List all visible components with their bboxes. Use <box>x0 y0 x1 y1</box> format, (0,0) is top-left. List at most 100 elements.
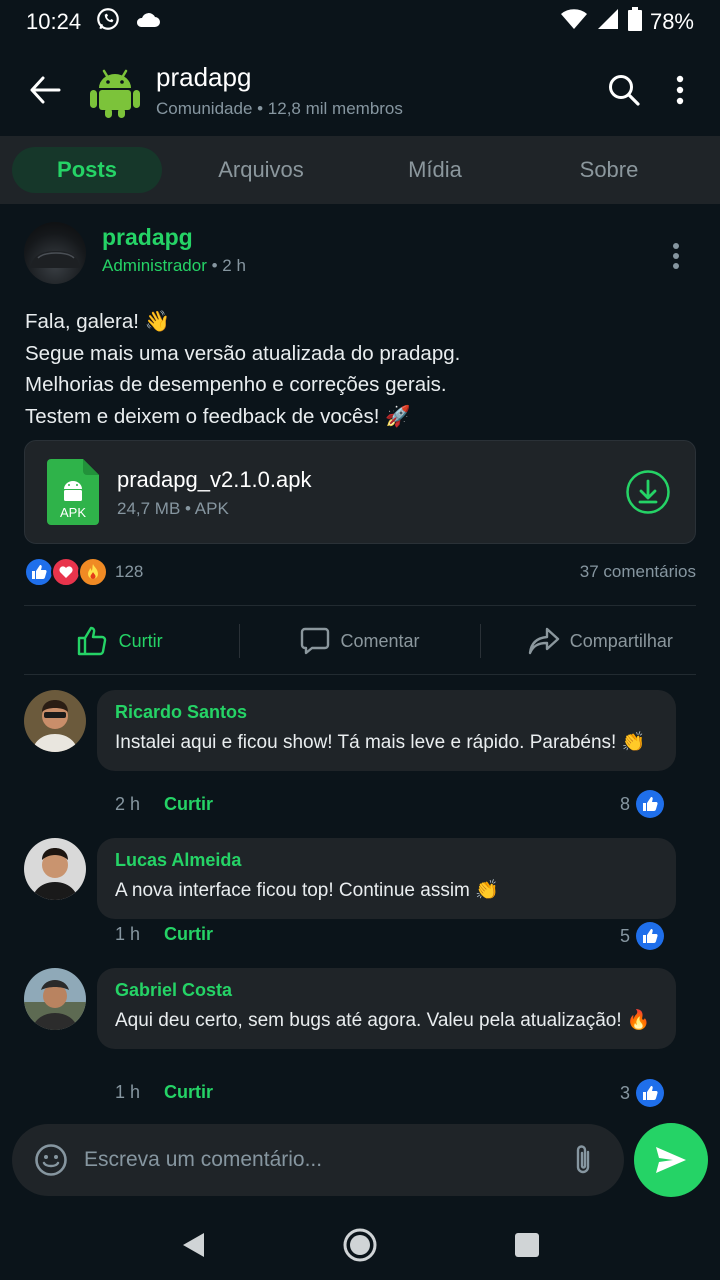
comment-text: Instalei aqui e ficou show! Tá mais leve… <box>115 732 646 753</box>
tab-sobre[interactable]: Sobre <box>534 147 684 193</box>
thumbs-up-icon <box>636 922 664 950</box>
reaction-count: 128 <box>115 562 144 581</box>
comment-like-button[interactable]: Curtir <box>164 794 213 815</box>
comment-like-count: 8 <box>619 793 630 814</box>
android-logo-icon <box>86 61 144 119</box>
comment-text: A nova interface ficou top! Continue ass… <box>115 880 499 901</box>
comment-composer <box>12 1124 624 1196</box>
comment-time: 1 h <box>115 1082 141 1102</box>
comment-label: Comentar <box>340 630 420 651</box>
comment-bubble: Gabriel Costa Aqui deu certo, sem bugs a… <box>97 968 676 1049</box>
share-icon <box>528 627 559 655</box>
post-header: pradapg Administrador • 2 h <box>24 222 696 288</box>
tab-midia[interactable]: Mídia <box>360 147 510 193</box>
kebab-menu-icon <box>673 243 679 269</box>
system-navigation-bar <box>0 1210 720 1280</box>
status-bar: 10:24 78% <box>0 0 720 44</box>
send-button[interactable] <box>634 1123 708 1197</box>
apk-file-icon: APK <box>47 459 99 525</box>
commenter-avatar[interactable] <box>24 968 86 1030</box>
search-button[interactable] <box>596 62 652 118</box>
thumbs-up-icon <box>636 790 664 818</box>
nav-home-button[interactable] <box>330 1215 390 1275</box>
comment-like-count: 3 <box>619 1082 630 1103</box>
comment-like-count: 5 <box>619 925 630 946</box>
comment-time: 1 h <box>115 924 141 944</box>
triangle-back-icon <box>183 1233 205 1257</box>
comment-likes[interactable]: 5 <box>620 922 664 950</box>
commenter-name[interactable]: Gabriel Costa <box>115 980 658 1001</box>
battery-icon <box>627 7 642 37</box>
tab-arquivos[interactable]: Arquivos <box>186 147 336 193</box>
download-button[interactable] <box>625 469 671 515</box>
comment-like-button[interactable]: Curtir <box>164 1082 213 1103</box>
like-label: Curtir <box>118 630 163 651</box>
send-icon <box>656 1147 686 1173</box>
comment-text: Aqui deu certo, sem bugs até agora. Vale… <box>115 1010 651 1031</box>
circle-home-icon <box>343 1228 377 1262</box>
wifi-icon <box>560 8 588 36</box>
community-info[interactable]: pradapg Comunidade • 12,8 mil membros <box>156 62 596 119</box>
arrow-left-icon <box>30 76 61 104</box>
like-reaction-icon <box>24 557 54 587</box>
author-meta: Administrador • 2 h <box>102 256 246 276</box>
comment-bubble: Ricardo Santos Instalei aqui e ficou sho… <box>97 690 676 771</box>
comment-button[interactable]: Comentar <box>240 626 479 656</box>
comment-bubble: Lucas Almeida A nova interface ficou top… <box>97 838 676 919</box>
kebab-menu-icon <box>676 75 684 105</box>
community-title: pradapg <box>156 61 252 92</box>
comment-likes[interactable]: 8 <box>620 790 664 818</box>
comment-likes[interactable]: 3 <box>620 1079 664 1107</box>
author-avatar[interactable] <box>24 222 86 284</box>
comment-like-button[interactable]: Curtir <box>164 924 213 945</box>
comment-meta: 1 h Curtir <box>115 924 213 945</box>
share-button[interactable]: Compartilhar <box>481 627 720 655</box>
apk-badge-label: APK <box>60 505 86 520</box>
commenter-name[interactable]: Ricardo Santos <box>115 702 658 723</box>
battery-level: 78% <box>649 9 694 34</box>
commenter-avatar[interactable] <box>24 690 86 752</box>
tab-bar: Posts Arquivos Mídia Sobre <box>0 136 720 204</box>
whatsapp-icon <box>95 6 121 38</box>
attach-button[interactable] <box>558 1135 608 1185</box>
signal-icon <box>596 8 620 36</box>
file-name: pradapg_v2.1.0.apk <box>117 467 312 492</box>
apk-attachment[interactable]: APK pradapg_v2.1.0.apk 24,7 MB • APK <box>24 440 696 544</box>
nav-recents-button[interactable] <box>497 1215 557 1275</box>
post-line: Segue mais uma versão atualizada do prad… <box>25 341 461 365</box>
comment-time: 2 h <box>115 794 141 814</box>
post-actions: Curtir Comentar Compartilhar <box>0 608 720 674</box>
author-name[interactable]: pradapg <box>102 224 193 251</box>
post-time: • 2 h <box>211 256 246 275</box>
author-role: Administrador <box>102 256 207 275</box>
heart-reaction-icon <box>51 557 81 587</box>
reaction-summary[interactable]: 128 37 comentários <box>24 556 696 588</box>
nav-back-button[interactable] <box>163 1215 223 1275</box>
share-label: Compartilhar <box>569 630 673 651</box>
commenter-avatar[interactable] <box>24 838 86 900</box>
download-icon <box>626 470 670 514</box>
post-line: Fala, galera! 👋 <box>25 310 171 333</box>
post-line: Testem e deixem o feedback de vocês! 🚀 <box>25 404 411 428</box>
commenter-name[interactable]: Lucas Almeida <box>115 850 658 871</box>
tab-posts[interactable]: Posts <box>12 147 162 193</box>
like-button[interactable]: Curtir <box>0 626 239 656</box>
square-recents-icon <box>514 1233 539 1257</box>
community-subtitle: Comunidade • 12,8 mil membros <box>156 98 403 118</box>
post-more-button[interactable] <box>656 236 696 276</box>
divider <box>24 674 696 675</box>
comment-input[interactable] <box>84 1148 558 1172</box>
post-line: Melhorias de desempenho e correções gera… <box>25 373 447 396</box>
top-app-bar: pradapg Comunidade • 12,8 mil membros <box>0 44 720 136</box>
file-meta: 24,7 MB • APK <box>117 499 229 518</box>
clock: 10:24 <box>26 9 82 34</box>
search-icon <box>609 75 640 106</box>
comment-icon <box>301 627 330 655</box>
emoji-button[interactable] <box>26 1135 76 1185</box>
comment-meta: 1 h Curtir <box>115 1082 213 1103</box>
cloud-icon <box>135 9 161 35</box>
paperclip-icon <box>576 1145 590 1174</box>
more-options-button[interactable] <box>652 62 708 118</box>
back-button[interactable] <box>10 55 80 125</box>
comments-count[interactable]: 37 comentários <box>580 562 696 582</box>
